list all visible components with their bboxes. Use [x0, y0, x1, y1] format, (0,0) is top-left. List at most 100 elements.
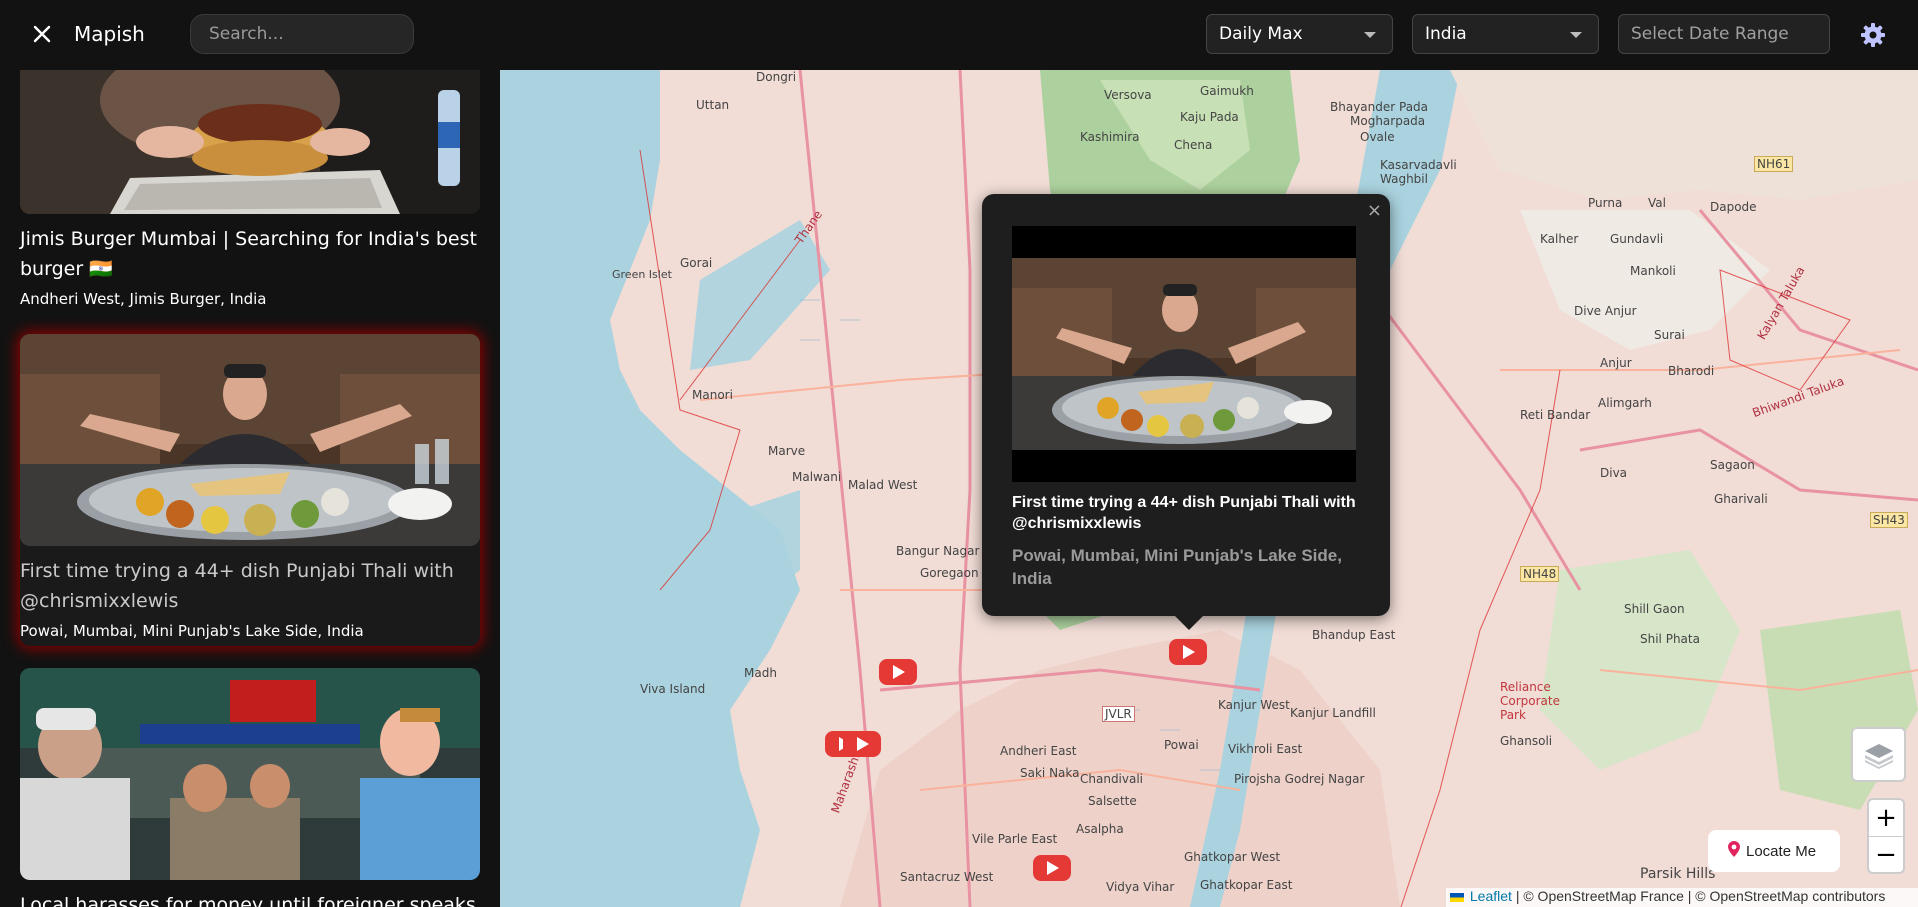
list-item[interactable]: Local harasses for money until foreigner… [20, 668, 480, 907]
search-input[interactable] [190, 14, 414, 54]
map-label: Marve [768, 444, 806, 458]
map-label: Dive Anjur [1574, 304, 1637, 318]
map-label: Powai [1164, 738, 1199, 752]
map-label: Reti Bandar [1520, 408, 1591, 422]
map-label: Saki Naka [1020, 766, 1080, 780]
map-label: Gundavli [1610, 232, 1664, 246]
map-label: Reliance Corporate Park [1500, 680, 1560, 722]
map-label: Vile Parle East [972, 832, 1058, 846]
app-title: Mapish [74, 22, 145, 46]
map-label: Shill Gaon [1624, 602, 1685, 616]
map-label: Kaju Pada [1180, 110, 1239, 124]
video-title[interactable]: Local harasses for money until foreigner… [20, 890, 480, 907]
map-label: Ghatkopar West [1184, 850, 1281, 864]
map-label: Goregaon [920, 566, 979, 580]
attribution-text: | © OpenStreetMap France | © OpenStreetM… [1511, 888, 1886, 904]
map-label: Madh [744, 666, 777, 680]
map-label: Viva Island [640, 682, 706, 696]
map-label: Malwani [792, 470, 842, 484]
map-label: Ovale [1360, 130, 1395, 144]
map-label: JVLR [1102, 706, 1135, 722]
ukraine-flag-icon [1450, 892, 1464, 902]
map-popup: × First time trying a 44+ dish Punjabi T… [982, 194, 1390, 616]
map-label: Sagaon [1710, 458, 1755, 472]
map-label: Dongri [756, 70, 797, 84]
top-bar: Mapish Daily Max India Select Date Range [0, 0, 1918, 70]
video-marker-active[interactable] [1168, 638, 1208, 666]
locate-me-label: Locate Me [1746, 842, 1817, 860]
metric-select[interactable]: Daily Max [1206, 14, 1393, 54]
map-label: Chandivali [1080, 772, 1144, 786]
zoom-control: + − [1867, 798, 1905, 874]
zoom-in-button[interactable]: + [1869, 800, 1903, 836]
video-title[interactable]: Jimis Burger Mumbai | Searching for Indi… [20, 224, 480, 284]
gear-icon[interactable] [1860, 22, 1886, 48]
popup-tip [1173, 614, 1205, 630]
map-label: Surai [1654, 328, 1685, 342]
pin-icon [1728, 841, 1740, 861]
map-label: Kashimira [1080, 130, 1140, 144]
popup-video-embed[interactable] [1012, 226, 1356, 482]
metric-select-value: Daily Max [1219, 24, 1303, 44]
video-thumbnail[interactable] [20, 668, 480, 880]
map-attribution: Leaflet | © OpenStreetMap France | © Ope… [1446, 888, 1918, 907]
chevron-down-icon [1570, 32, 1582, 38]
video-marker[interactable] [1032, 854, 1072, 882]
map-label: NH61 [1754, 156, 1794, 172]
map-label: Ghansoli [1500, 734, 1553, 748]
popup-location: Powai, Mumbai, Mini Punjab's Lake Side, … [1012, 546, 1342, 588]
map-label: Asalpha [1076, 822, 1124, 836]
close-icon[interactable] [28, 20, 56, 48]
video-marker[interactable] [878, 658, 918, 686]
map-label: Kanjur Landfill [1290, 706, 1376, 720]
leaflet-link[interactable]: Leaflet [1470, 888, 1512, 904]
map-label: Gorai [680, 256, 713, 270]
map-label: Andheri East [1000, 744, 1077, 758]
map-label: Parsik Hills [1640, 866, 1716, 882]
map-label: NH48 [1520, 566, 1560, 582]
video-thumbnail[interactable] [20, 334, 480, 546]
map-label: Bhayander Pada [1330, 100, 1429, 114]
map-label: Vikhroli East [1228, 742, 1303, 756]
video-title[interactable]: First time trying a 44+ dish Punjabi Tha… [20, 556, 480, 616]
map-label: Bhandup East [1312, 628, 1396, 642]
zoom-out-button[interactable]: − [1869, 836, 1903, 872]
map-label: Ghatkopar East [1200, 878, 1293, 892]
list-item-active[interactable]: First time trying a 44+ dish Punjabi Tha… [20, 334, 480, 646]
map-label: Malad West [848, 478, 918, 492]
map-label: SH43 [1870, 512, 1908, 528]
popup-title[interactable]: First time trying a 44+ dish Punjabi Tha… [1012, 492, 1362, 534]
map-label: Manori [692, 388, 733, 402]
video-thumbnail[interactable] [20, 70, 480, 214]
map-label: Waghbil [1380, 172, 1428, 186]
map-label: Salsette [1088, 794, 1137, 808]
video-marker[interactable] [842, 730, 882, 758]
map-label: Gaimukh [1200, 84, 1254, 98]
map-label: Kalher [1540, 232, 1579, 246]
map-label: Purna [1588, 196, 1623, 210]
map-label: Mogharpada [1350, 114, 1426, 128]
map-label: Bangur Nagar [896, 544, 980, 558]
map-label: Green Islet [612, 268, 672, 281]
locate-me-button[interactable]: Locate Me [1708, 830, 1840, 872]
video-list: Jimis Burger Mumbai | Searching for Indi… [0, 70, 500, 907]
map-label: Kanjur West [1218, 698, 1290, 712]
country-select[interactable]: India [1412, 14, 1599, 54]
layers-icon[interactable] [1851, 727, 1906, 782]
map-label: Dapode [1710, 200, 1757, 214]
map-label: Santacruz West [900, 870, 994, 884]
map-label: Val [1648, 196, 1666, 210]
video-location: Andheri West, Jimis Burger, India [20, 290, 267, 308]
chevron-down-icon [1364, 32, 1376, 38]
map-label: Versova [1104, 88, 1152, 102]
popup-close-button[interactable]: × [1367, 200, 1382, 221]
map-label: Chena [1174, 138, 1213, 152]
map-label: Uttan [696, 98, 730, 112]
list-item[interactable]: Jimis Burger Mumbai | Searching for Indi… [20, 70, 480, 308]
date-range-input[interactable]: Select Date Range [1618, 14, 1830, 54]
map-label: Shil Phata [1640, 632, 1700, 646]
map-label: Gharivali [1714, 492, 1768, 506]
map-label: Kasarvadavli [1380, 158, 1457, 172]
map-label: Vidya Vihar [1106, 880, 1175, 894]
date-range-placeholder: Select Date Range [1631, 24, 1789, 44]
